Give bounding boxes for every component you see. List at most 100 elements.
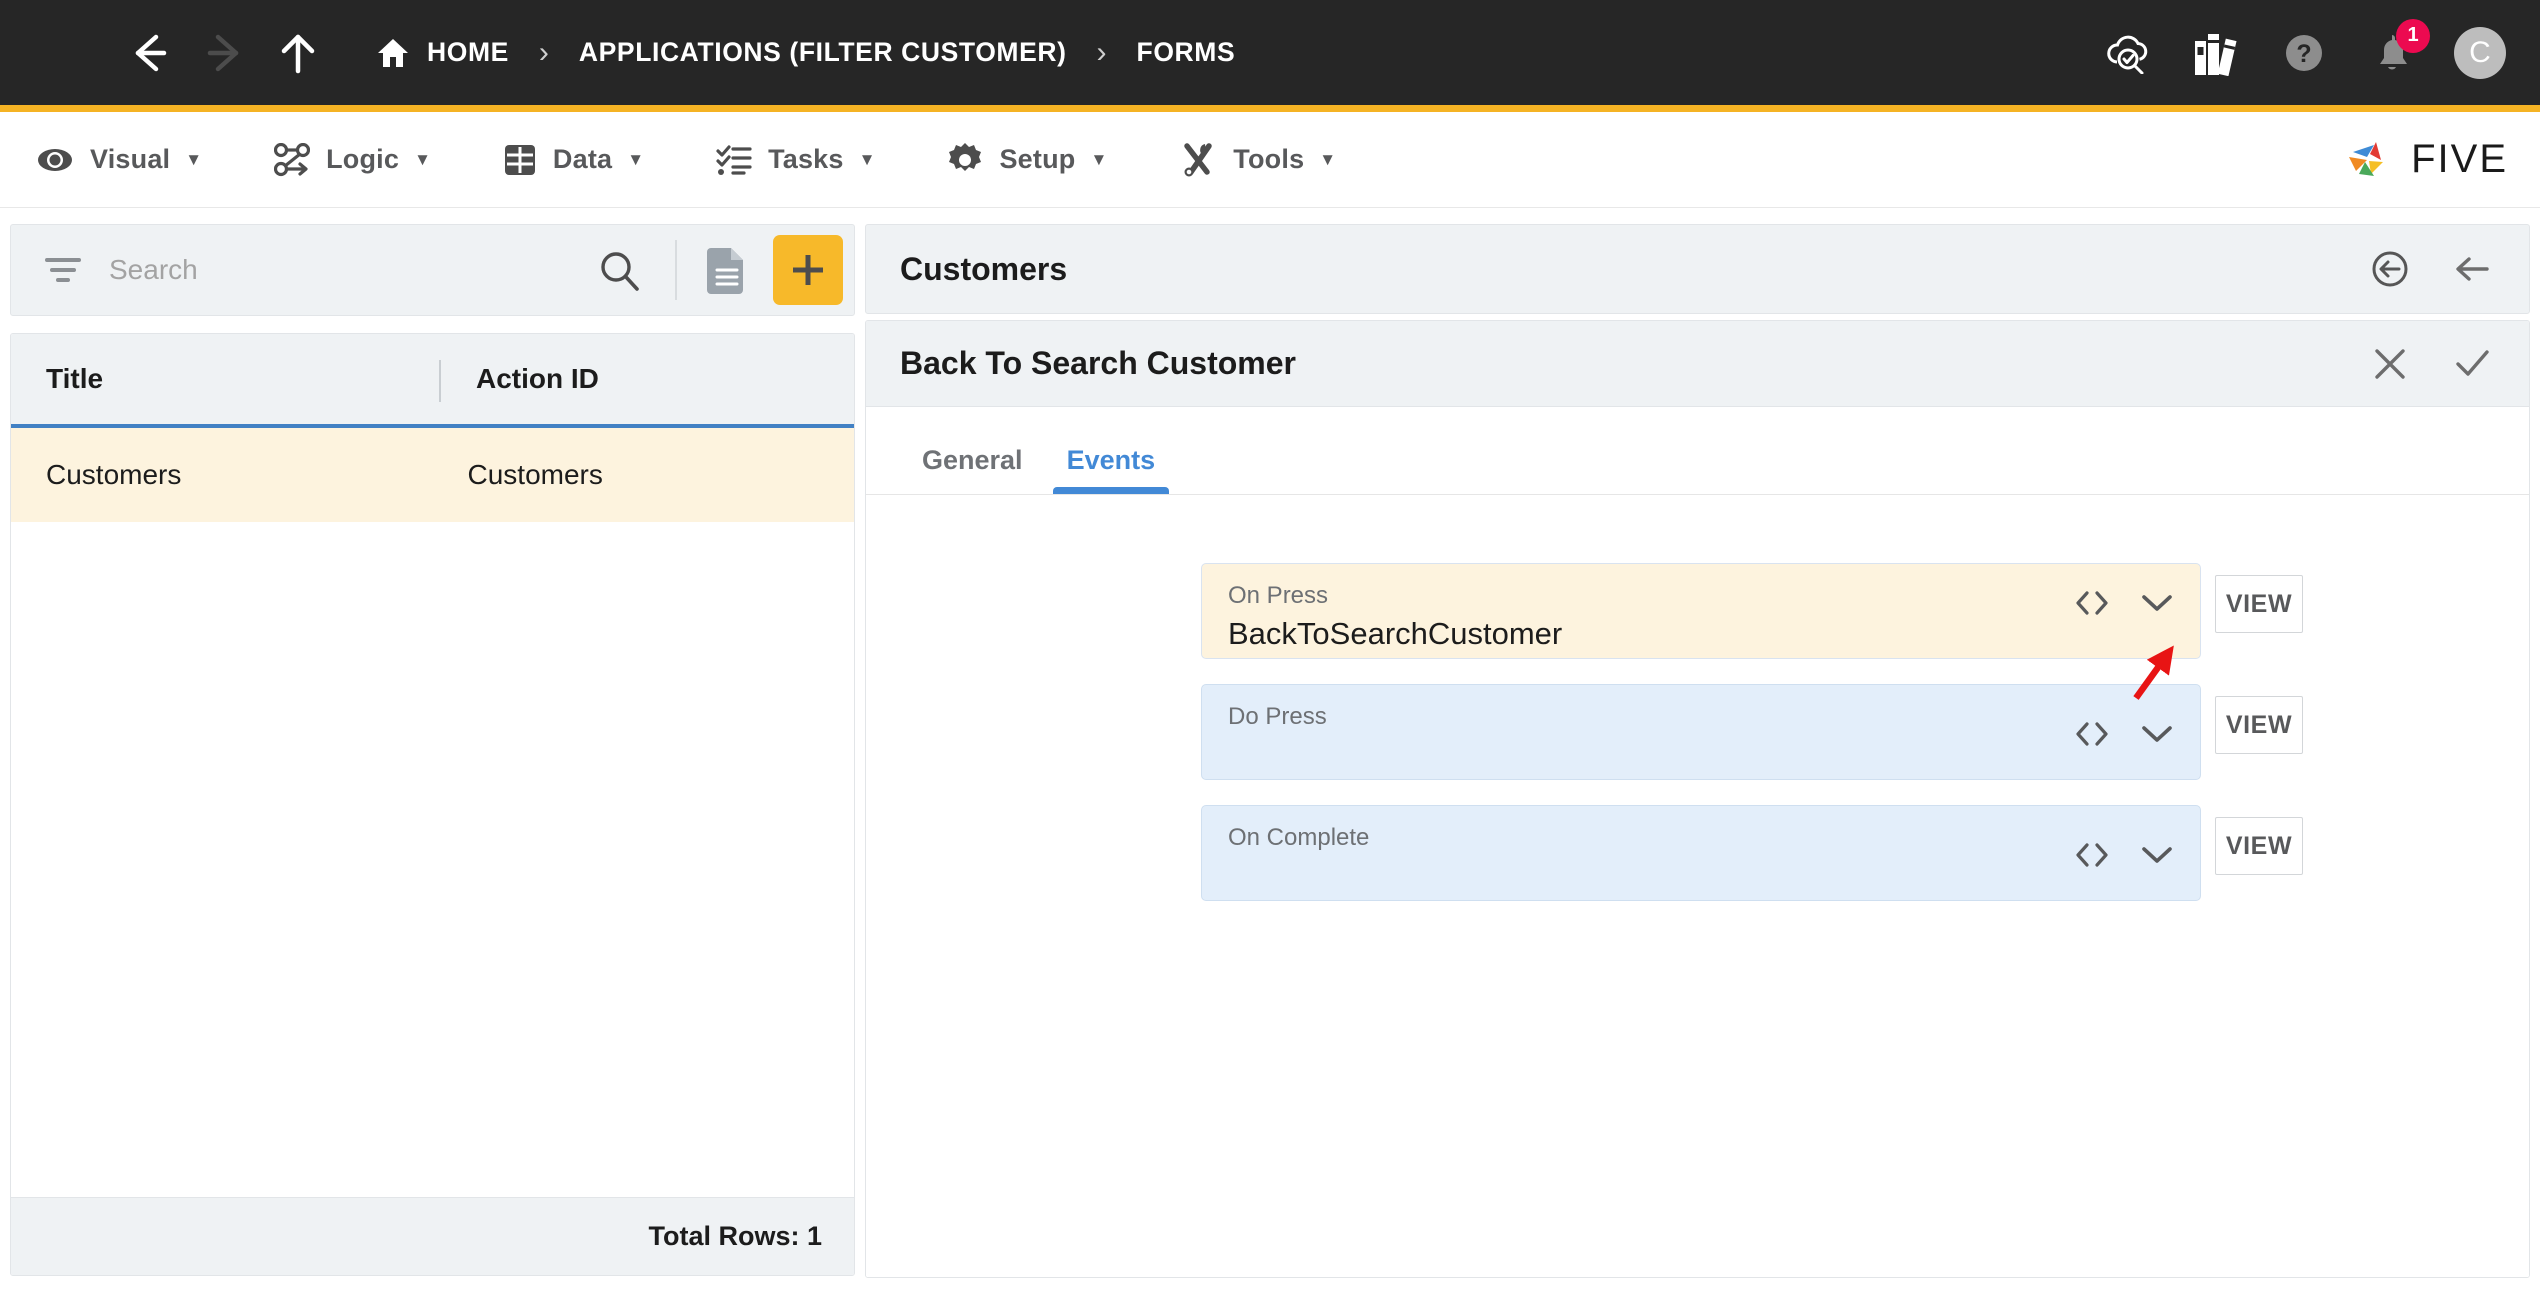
back-circle-icon[interactable] [2361,240,2419,298]
main-menu-bar: Visual ▼ Logic ▼ Data ▼ Tasks ▼ Setup ▼ … [0,112,2540,208]
event-row-on-press: On Press BackToSearchCustomer VIEW [1201,563,2529,659]
table-row[interactable]: Customers Customers [11,428,854,522]
app-root: HOME › APPLICATIONS (FILTER CUSTOMER) › … [0,0,2540,1296]
menu-item-tools[interactable]: Tools ▼ [1179,142,1336,178]
table-icon [503,143,537,177]
notification-badge: 1 [2396,18,2430,53]
right-panel-header: Customers [865,224,2530,314]
hamburger-icon[interactable] [38,36,82,70]
chevron-down-icon: ▼ [858,150,876,169]
breadcrumb-separator-2: › [1096,35,1107,69]
document-icon[interactable] [699,240,755,300]
chevron-down-icon[interactable] [2140,591,2174,615]
menu-label-data: Data [552,144,613,174]
tab-general[interactable]: General [900,445,1045,494]
left-panel: Title Action ID Customers Customers Tota… [10,224,855,1284]
menu-item-visual[interactable]: Visual ▼ [36,144,202,176]
cell-title: Customers [46,459,182,490]
bell-icon[interactable]: 1 [2366,18,2430,79]
chevron-down-icon: ▼ [1319,150,1337,169]
record-title: Back To Search Customer [900,345,1296,381]
arrow-left-icon[interactable] [124,27,176,79]
event-field-on-complete[interactable]: On Complete [1201,805,2201,901]
event-label-on-complete: On Complete [1228,824,1370,851]
menu-label-tools: Tools [1233,144,1305,174]
event-field-do-press[interactable]: Do Press [1201,684,2201,780]
books-icon[interactable] [2190,27,2242,79]
topbar-left-group: HOME › APPLICATIONS (FILTER CUSTOMER) › … [0,27,2102,79]
event-field-on-press[interactable]: On Press BackToSearchCustomer [1201,563,2201,659]
detail-card: Back To Search Customer General Events O… [865,320,2530,1278]
help-icon[interactable]: ? [2278,27,2330,79]
detail-header: Back To Search Customer [866,321,2529,407]
top-navigation-bar: HOME › APPLICATIONS (FILTER CUSTOMER) › … [0,0,2540,105]
brand-name: FIVE [2411,137,2508,181]
eye-icon [36,144,74,176]
accent-strip [0,105,2540,112]
view-button-on-press[interactable]: VIEW [2215,575,2303,633]
event-row-do-press: Do Press VIEW [1201,684,2529,780]
tools-icon [1179,142,1217,178]
home-icon [376,36,410,70]
search-toolbar [10,224,855,316]
five-logo-icon [2349,141,2384,176]
close-icon[interactable] [2361,335,2419,393]
menu-item-tasks[interactable]: Tasks ▼ [716,144,875,176]
column-header-action-id[interactable]: Action ID [441,334,599,424]
svg-text:?: ? [2296,40,2311,68]
event-icons-on-press [2074,590,2174,616]
breadcrumb-item-applications[interactable]: APPLICATIONS (FILTER CUSTOMER) [579,37,1067,68]
cloud-check-icon[interactable] [2102,27,2154,79]
event-label-on-press: On Press [1228,582,1329,609]
page-title: Customers [900,250,1068,287]
code-icon[interactable] [2074,590,2110,616]
records-grid: Title Action ID Customers Customers Tota… [10,333,855,1276]
event-value-on-press: BackToSearchCustomer [1228,615,1563,651]
chevron-down-icon[interactable] [2140,722,2174,746]
search-icon[interactable] [589,240,649,300]
arrow-up-icon[interactable] [272,27,324,79]
toolbar-divider [675,240,677,300]
chevron-down-icon: ▼ [627,150,645,169]
chevron-down-icon: ▼ [185,150,203,169]
event-label-do-press: Do Press [1228,703,1327,730]
search-input[interactable] [109,254,589,286]
menu-item-data[interactable]: Data ▼ [503,143,644,177]
events-tab-content: On Press BackToSearchCustomer VIEW Do Pr… [866,495,2529,1277]
add-button[interactable] [773,235,843,305]
event-icons-on-complete [2074,842,2174,868]
gear-icon [947,142,983,178]
view-button-on-complete[interactable]: VIEW [2215,817,2303,875]
menu-item-setup[interactable]: Setup ▼ [947,142,1107,178]
arrow-right-icon[interactable] [198,27,250,79]
breadcrumb-item-forms[interactable]: FORMS [1137,37,1236,68]
code-icon[interactable] [2074,842,2110,868]
tab-events[interactable]: Events [1045,445,1178,494]
code-icon[interactable] [2074,721,2110,747]
event-row-on-complete: On Complete VIEW [1201,805,2529,901]
flow-icon [274,142,311,177]
filter-icon[interactable] [45,255,81,285]
menu-label-logic: Logic [326,144,400,174]
grid-header-row: Title Action ID [11,334,854,428]
menu-label-tasks: Tasks [768,144,844,174]
cell-action-id: Customers [467,459,603,490]
tab-bar: General Events [866,407,2529,495]
column-header-title[interactable]: Title [11,334,441,424]
total-rows-label: Total Rows: 1 [648,1221,822,1251]
menu-item-logic[interactable]: Logic ▼ [274,142,431,177]
avatar[interactable]: C [2454,26,2506,79]
checklist-icon [716,144,752,176]
breadcrumb-separator-1: › [538,35,549,69]
breadcrumb-item-home[interactable]: HOME [376,36,509,70]
check-icon[interactable] [2443,335,2501,393]
chevron-down-icon: ▼ [414,150,431,169]
grid-body: Customers Customers [11,428,854,1197]
arrow-left-icon[interactable] [2443,240,2501,298]
view-button-do-press[interactable]: VIEW [2215,696,2303,754]
topbar-right-group: ? 1 C [2102,18,2540,79]
chevron-down-icon[interactable] [2140,843,2174,867]
event-icons-do-press [2074,721,2174,747]
brand-logo: FIVE [2343,132,2508,188]
menu-label-visual: Visual [90,144,171,174]
